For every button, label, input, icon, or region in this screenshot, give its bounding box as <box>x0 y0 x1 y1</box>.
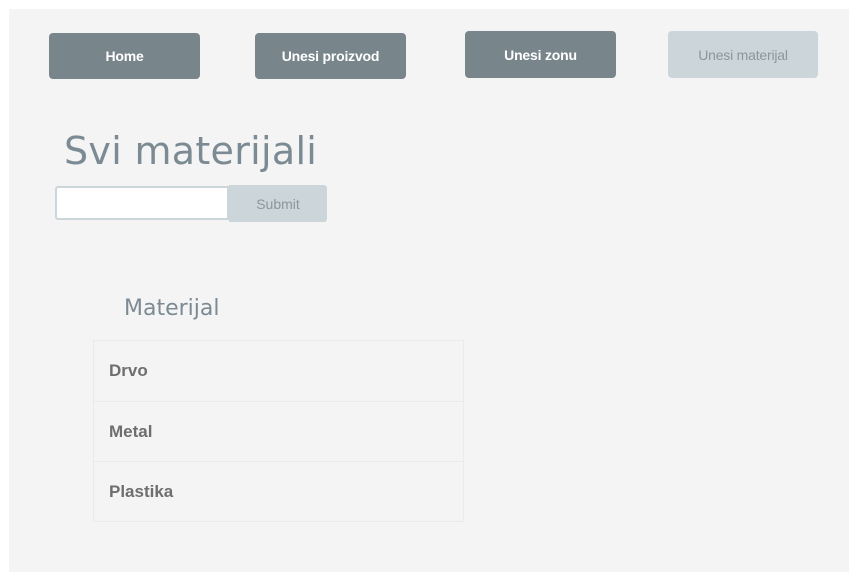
add-zone-button[interactable]: Unesi zonu <box>465 31 616 78</box>
search-input[interactable] <box>55 186 229 220</box>
table-row: Metal <box>93 402 464 462</box>
home-button[interactable]: Home <box>49 33 200 79</box>
table-row: Drvo <box>93 340 464 402</box>
page-title: Svi materijali <box>64 129 318 173</box>
add-product-button[interactable]: Unesi proizvod <box>255 33 406 79</box>
table-header-material: Materijal <box>124 296 220 321</box>
table-row: Plastika <box>93 462 464 522</box>
page-container: Home Unesi proizvod Unesi zonu Unesi mat… <box>9 9 849 572</box>
materials-table: Materijal Drvo Metal Plastika <box>93 277 464 522</box>
submit-button[interactable]: Submit <box>229 185 327 222</box>
add-material-button[interactable]: Unesi materijal <box>668 31 818 78</box>
